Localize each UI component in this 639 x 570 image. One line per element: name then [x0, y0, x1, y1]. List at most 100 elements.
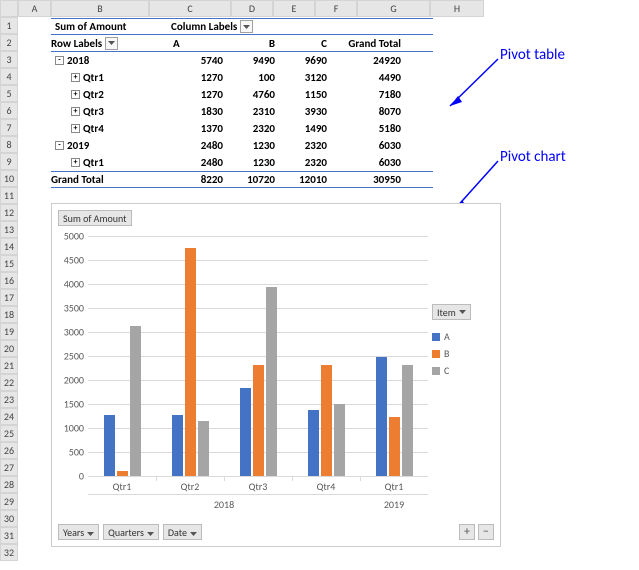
col-header-d[interactable]: D — [231, 0, 273, 17]
x-category-label: Qtr1 — [360, 480, 428, 493]
legend-title-button[interactable]: Item — [432, 304, 471, 320]
row-header-21[interactable]: 21 — [0, 357, 18, 374]
col-header-e[interactable]: E — [273, 0, 315, 17]
bar-a[interactable] — [172, 415, 183, 476]
chart-plus-button[interactable]: + — [459, 524, 475, 540]
arrow-to-table — [440, 56, 500, 116]
row-header-12[interactable]: 12 — [0, 204, 18, 221]
col-header-h[interactable]: H — [430, 0, 484, 17]
spreadsheet-column-headers: ABCDEFGH — [0, 0, 484, 17]
filter-button-years[interactable]: Years — [58, 524, 99, 540]
legend-item-c[interactable]: C — [432, 364, 492, 377]
filter-button-quarters[interactable]: Quarters — [103, 524, 159, 540]
row-header-27[interactable]: 27 — [0, 459, 18, 476]
bar-c[interactable] — [130, 326, 141, 476]
plot-area — [88, 236, 428, 476]
row-labels-dropdown[interactable] — [105, 37, 118, 50]
chart-filter-buttons: YearsQuartersDate — [58, 524, 202, 540]
filter-button-date[interactable]: Date — [163, 524, 202, 540]
bar-b[interactable] — [253, 365, 264, 476]
gridline — [88, 476, 428, 477]
row-label: 2018 — [67, 54, 89, 67]
x-group-label: 2018 — [88, 498, 360, 511]
row-header-19[interactable]: 19 — [0, 323, 18, 340]
pivot-chart[interactable]: Sum of Amount 05001000150020002500300035… — [51, 203, 501, 547]
bar-b[interactable] — [321, 365, 332, 476]
row-header-10[interactable]: 10 — [0, 170, 18, 187]
pivot-value: 100 — [223, 71, 275, 84]
row-label: Qtr1 — [83, 71, 104, 84]
row-header-4[interactable]: 4 — [0, 68, 18, 85]
row-header-23[interactable]: 23 — [0, 391, 18, 408]
row-label: Qtr2 — [83, 88, 104, 101]
bar-c[interactable] — [334, 404, 345, 476]
expand-icon[interactable]: + — [71, 158, 80, 167]
bar-b[interactable] — [117, 471, 128, 476]
row-header-28[interactable]: 28 — [0, 476, 18, 493]
row-header-15[interactable]: 15 — [0, 255, 18, 272]
row-header-17[interactable]: 17 — [0, 289, 18, 306]
bar-a[interactable] — [104, 415, 115, 476]
pivot-value: 2310 — [223, 105, 275, 118]
row-header-18[interactable]: 18 — [0, 306, 18, 323]
expand-icon[interactable]: + — [71, 107, 80, 116]
column-labels-dropdown[interactable] — [240, 20, 253, 33]
bar-a[interactable] — [240, 388, 251, 476]
legend-label: B — [444, 347, 449, 360]
row-header-11[interactable]: 11 — [0, 187, 18, 204]
row-header-20[interactable]: 20 — [0, 340, 18, 357]
row-header-26[interactable]: 26 — [0, 442, 18, 459]
col-header-f[interactable]: F — [315, 0, 357, 17]
row-header-13[interactable]: 13 — [0, 221, 18, 238]
pivot-value: 1230 — [223, 139, 275, 152]
legend-item-a[interactable]: A — [432, 330, 492, 343]
bar-c[interactable] — [266, 287, 277, 476]
bar-c[interactable] — [402, 365, 413, 476]
legend-item-b[interactable]: B — [432, 347, 492, 360]
expand-icon[interactable]: + — [71, 124, 80, 133]
col-header-c[interactable]: C — [149, 0, 231, 17]
row-header-14[interactable]: 14 — [0, 238, 18, 255]
row-label: Qtr3 — [83, 105, 104, 118]
bar-b[interactable] — [185, 248, 196, 476]
row-header-32[interactable]: 32 — [0, 544, 18, 561]
row-header-22[interactable]: 22 — [0, 374, 18, 391]
row-header-6[interactable]: 6 — [0, 102, 18, 119]
row-header-29[interactable]: 29 — [0, 493, 18, 510]
pivot-row: -20192480123023206030 — [51, 137, 433, 154]
row-header-8[interactable]: 8 — [0, 136, 18, 153]
bar-a[interactable] — [308, 410, 319, 476]
pivot-row-total: 4490 — [327, 71, 401, 84]
row-header-2[interactable]: 2 — [0, 34, 18, 51]
pivot-row: +Qtr41370232014905180 — [51, 120, 433, 137]
chart-minus-button[interactable]: − — [478, 524, 494, 540]
pivot-value: 9490 — [223, 54, 275, 67]
bar-b[interactable] — [389, 417, 400, 476]
chart-measure-button[interactable]: Sum of Amount — [58, 210, 132, 226]
col-header-grand-total: Grand Total — [327, 37, 401, 50]
expand-icon[interactable]: + — [71, 90, 80, 99]
collapse-icon[interactable]: - — [55, 56, 64, 65]
pivot-value: 4760 — [223, 88, 275, 101]
row-header-5[interactable]: 5 — [0, 85, 18, 102]
gridline — [88, 284, 428, 285]
row-header-16[interactable]: 16 — [0, 272, 18, 289]
col-header-g[interactable]: G — [357, 0, 430, 17]
y-axis: 0500100015002000250030003500400045005000 — [58, 236, 86, 476]
col-header-a[interactable]: A — [18, 0, 51, 17]
row-header-1[interactable]: 1 — [0, 17, 18, 34]
chevron-down-icon — [144, 526, 154, 539]
row-header-3[interactable]: 3 — [0, 51, 18, 68]
col-header-b[interactable]: B — [51, 0, 149, 17]
collapse-icon[interactable]: - — [55, 141, 64, 150]
bar-c[interactable] — [198, 421, 209, 476]
row-header-7[interactable]: 7 — [0, 119, 18, 136]
row-header-31[interactable]: 31 — [0, 527, 18, 544]
row-header-24[interactable]: 24 — [0, 408, 18, 425]
row-header-25[interactable]: 25 — [0, 425, 18, 442]
bar-a[interactable] — [376, 357, 387, 476]
row-header-9[interactable]: 9 — [0, 153, 18, 170]
pivot-value: 1270 — [171, 71, 223, 84]
row-header-30[interactable]: 30 — [0, 510, 18, 527]
expand-icon[interactable]: + — [71, 73, 80, 82]
